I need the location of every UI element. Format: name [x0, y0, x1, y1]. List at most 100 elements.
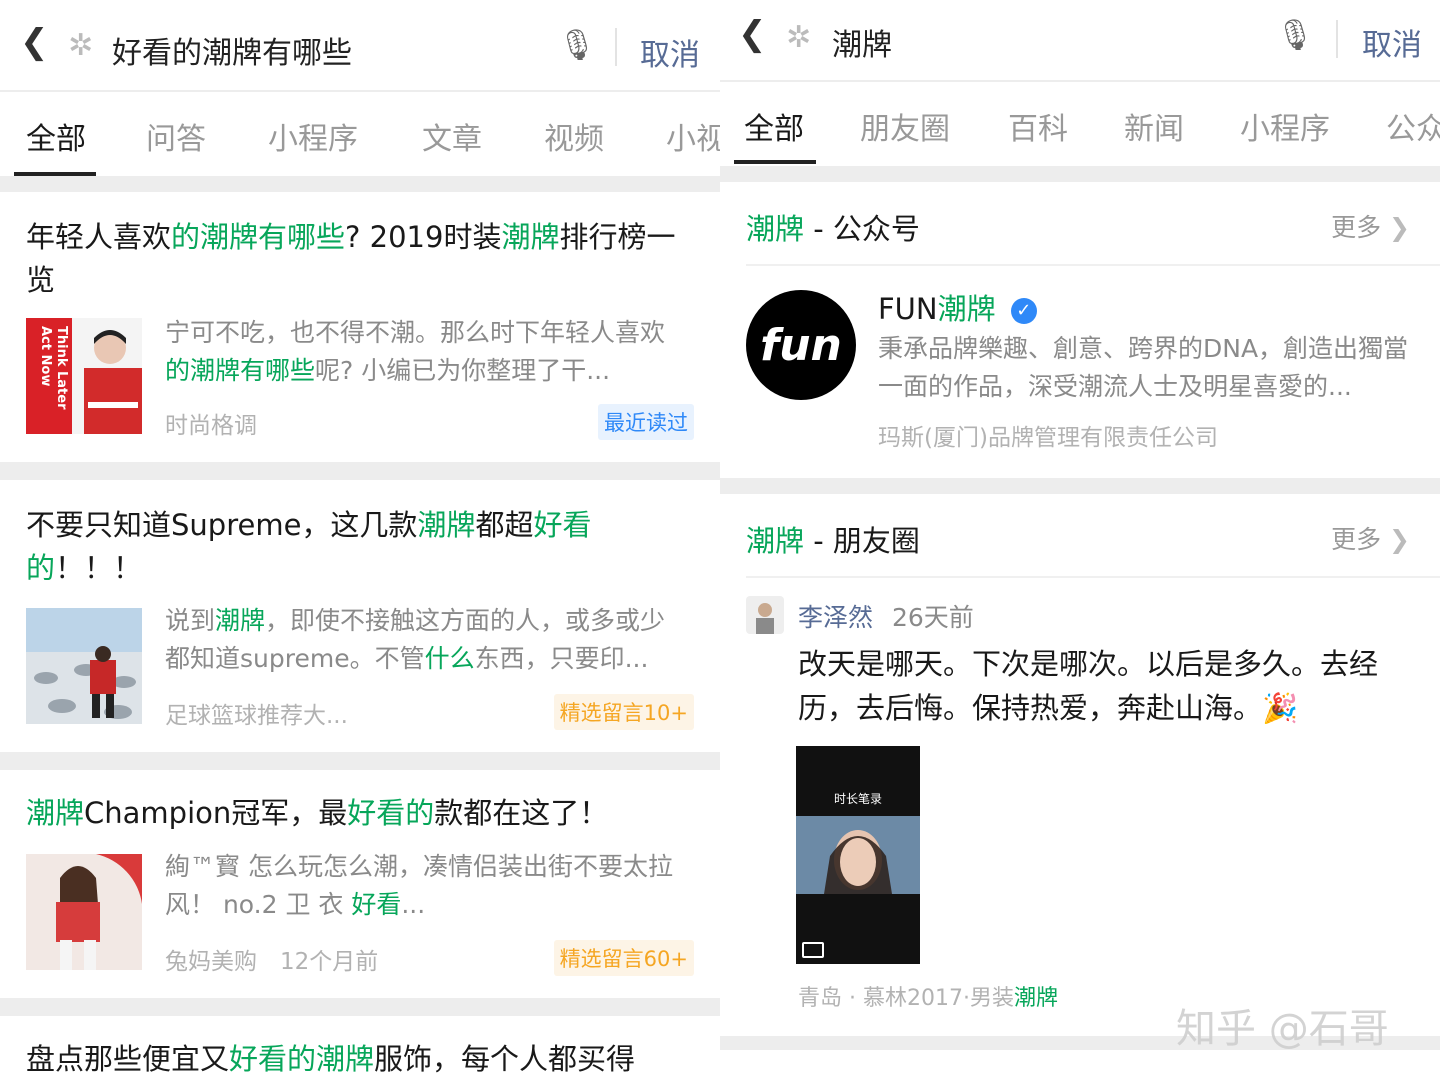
result-thumbnail [26, 608, 142, 724]
result-source[interactable]: 兔妈美购 [165, 942, 257, 976]
keyword-highlight: 什么 [424, 644, 475, 673]
microphone-icon[interactable]: 🎙 [1276, 18, 1314, 53]
svg-text:Act Now: Act Now [38, 326, 53, 386]
featured-comments-badge: 精选留言60+ [553, 940, 694, 976]
divider [746, 576, 1440, 578]
section-header: 潮牌 - 公众号 [746, 212, 920, 246]
tab-videos[interactable]: 视频 [544, 114, 604, 158]
keyword-highlight: 好看的 [347, 796, 435, 830]
tab-all[interactable]: 全部 [26, 114, 86, 158]
result-title[interactable]: 不要只知道Supreme，这几款潮牌都超好看的！！！ [26, 504, 680, 590]
keyword-highlight: 好看 [351, 890, 402, 919]
tab-official-accounts[interactable]: 公众 [1386, 104, 1440, 148]
next-section [720, 1050, 1440, 1080]
cancel-button[interactable]: 取消 [1362, 20, 1422, 64]
result-snippet: 絢™寳 怎么玩怎么潮，凑情侣装出街不要太拉风！ no.2 卫 衣 好看... [165, 848, 690, 924]
account-company: 玛斯(厦门)品牌管理有限责任公司 [878, 425, 1218, 451]
avatar[interactable] [746, 596, 784, 634]
text-segment: 不要只知道Supreme，这几款 [26, 508, 418, 542]
more-link[interactable]: 更多 ❯ [1331, 520, 1410, 556]
text-segment: 宁可不吃，也不得不潮。那么时下年轻人喜欢 [165, 318, 666, 347]
featured-comments-badge: 精选留言10+ [553, 694, 694, 730]
text-segment: 款都在这了！ [434, 796, 609, 830]
tab-news[interactable]: 新闻 [1124, 104, 1184, 148]
tab-mini-program[interactable]: 小程序 [268, 114, 358, 158]
result-title[interactable]: 潮牌Champion冠军，最好看的款都在这了！ [26, 792, 680, 835]
text-segment: 服饰，每个人都买得 [374, 1042, 636, 1076]
keyword-highlight: 潮牌 [215, 606, 266, 635]
result-card[interactable]: 潮牌Champion冠军，最好看的款都在这了！ 絢™寳 怎么玩怎么潮，凑情侣装出… [0, 770, 720, 998]
sparkle-icon: ✲ [68, 28, 94, 63]
search-bar: ❮ ✲ 好看的潮牌有哪些 🎙 取消 [0, 0, 720, 90]
result-time: 12个月前 [280, 949, 379, 975]
account-logo[interactable]: fun [746, 290, 856, 400]
right-search-screen: ❮ ✲ 潮牌 🎙 取消 全部 朋友圈 百科 新闻 小程序 公众 潮牌 - 公众号… [720, 0, 1440, 1080]
text-segment: Champion冠军，最 [84, 796, 348, 830]
result-thumbnail [26, 854, 142, 970]
keyword-highlight: 潮牌 [26, 796, 85, 830]
section-header: 潮牌 - 朋友圈 [746, 524, 920, 558]
filter-tabs: 全部 问答 小程序 文章 视频 小视 [0, 92, 720, 176]
post-time: 26天前 [892, 603, 974, 632]
post-location: 青岛 · 慕林2017·男装潮牌 [798, 986, 1058, 1011]
tab-moments[interactable]: 朋友圈 [860, 104, 950, 148]
text-segment: ? 2019时装 [345, 220, 502, 254]
verified-badge-icon: ✓ [1010, 298, 1037, 324]
tab-short-video[interactable]: 小视 [666, 114, 720, 158]
text-segment: 呢? 小编已为你整理了干... [315, 356, 611, 385]
text-segment: 说到 [165, 606, 216, 635]
tab-all[interactable]: 全部 [744, 104, 804, 148]
keyword-highlight: 的潮牌有哪些 [171, 220, 346, 254]
search-query[interactable]: 潮牌 [832, 20, 892, 64]
chevron-right-icon: ❯ [1389, 525, 1410, 554]
back-chevron-icon[interactable]: ❮ [20, 22, 49, 62]
result-snippet: 宁可不吃，也不得不潮。那么时下年轻人喜欢的潮牌有哪些呢? 小编已为你整理了干..… [165, 314, 690, 390]
text-segment: ！！！ [55, 551, 143, 585]
video-camera-icon [802, 942, 824, 958]
svg-text:Think Later: Think Later [54, 326, 69, 410]
post-author[interactable]: 李泽然 [798, 598, 873, 634]
back-chevron-icon[interactable]: ❮ [738, 14, 767, 54]
tab-mini-program[interactable]: 小程序 [1240, 104, 1330, 148]
result-source[interactable]: 足球篮球推荐大... [165, 696, 348, 730]
video-caption: 时长笔录 [833, 792, 882, 806]
keyword-highlight: 好看的潮牌 [229, 1042, 375, 1076]
moments-section: 潮牌 - 朋友圈 更多 ❯ 李泽然 26天前 改天是哪天。下次是哪次。以后是多久… [720, 494, 1440, 1036]
search-query[interactable]: 好看的潮牌有哪些 [112, 28, 352, 72]
official-account-section: 潮牌 - 公众号 更多 ❯ fun FUN潮牌 ✓ 秉承品牌樂趣、創意、跨界的D… [720, 182, 1440, 478]
account-name[interactable]: FUN潮牌 ✓ [878, 286, 1037, 328]
recently-read-badge: 最近读过 [598, 404, 694, 440]
text-segment: ... [401, 890, 426, 919]
keyword-highlight: 潮牌 [501, 220, 560, 254]
video-thumbnail[interactable]: 时长笔录 [796, 746, 920, 964]
more-link[interactable]: 更多 ❯ [1331, 208, 1410, 244]
result-card[interactable]: 年轻人喜欢的潮牌有哪些? 2019时装潮牌排行榜一览 Act Now Think… [0, 192, 720, 462]
text-segment: 东西，只要印... [474, 644, 649, 673]
left-search-screen: ❮ ✲ 好看的潮牌有哪些 🎙 取消 全部 问答 小程序 文章 视频 小视 年轻人… [0, 0, 720, 1080]
result-snippet: 说到潮牌，即使不接触这方面的人，或多或少都知道supreme。不管什么东西，只要… [165, 602, 690, 678]
text-segment: 都超 [475, 508, 534, 542]
tab-encyclopedia[interactable]: 百科 [1008, 104, 1068, 148]
search-bar: ❮ ✲ 潮牌 🎙 取消 [720, 0, 1440, 80]
keyword-highlight: 的潮牌有哪些 [165, 356, 316, 385]
divider [615, 28, 617, 66]
account-description: 秉承品牌樂趣、創意、跨界的DNA，創造出獨當一面的作品，深受潮流人士及明星喜愛的… [878, 334, 1409, 401]
microphone-icon[interactable]: 🎙 [558, 28, 596, 63]
watermark: 知乎 @石哥 [1176, 1006, 1389, 1052]
cancel-button[interactable]: 取消 [640, 30, 700, 74]
result-source[interactable]: 时尚格调 [165, 406, 257, 440]
post-text: 改天是哪天。下次是哪次。以后是多久。去经历，去后悔。保持热爱，奔赴山海。🎉 [798, 647, 1379, 725]
text-segment: 盘点那些便宜又 [26, 1042, 230, 1076]
result-title[interactable]: 年轻人喜欢的潮牌有哪些? 2019时装潮牌排行榜一览 [26, 216, 680, 302]
active-tab-indicator [734, 160, 816, 164]
tab-articles[interactable]: 文章 [422, 114, 482, 158]
result-thumbnail: Act Now Think Later [26, 318, 142, 434]
filter-tabs: 全部 朋友圈 百科 新闻 小程序 公众 [720, 82, 1440, 166]
result-card[interactable]: 不要只知道Supreme，这几款潮牌都超好看的！！！ 说到潮牌，即使不接触这方面… [0, 480, 720, 752]
active-tab-indicator [14, 172, 96, 176]
party-popper-icon: 🎉 [1262, 691, 1299, 725]
result-card[interactable]: 盘点那些便宜又好看的潮牌服饰，每个人都买得 [0, 1016, 720, 1080]
result-title[interactable]: 盘点那些便宜又好看的潮牌服饰，每个人都买得 [26, 1038, 680, 1080]
tab-qa[interactable]: 问答 [146, 114, 206, 158]
chevron-right-icon: ❯ [1389, 213, 1410, 242]
